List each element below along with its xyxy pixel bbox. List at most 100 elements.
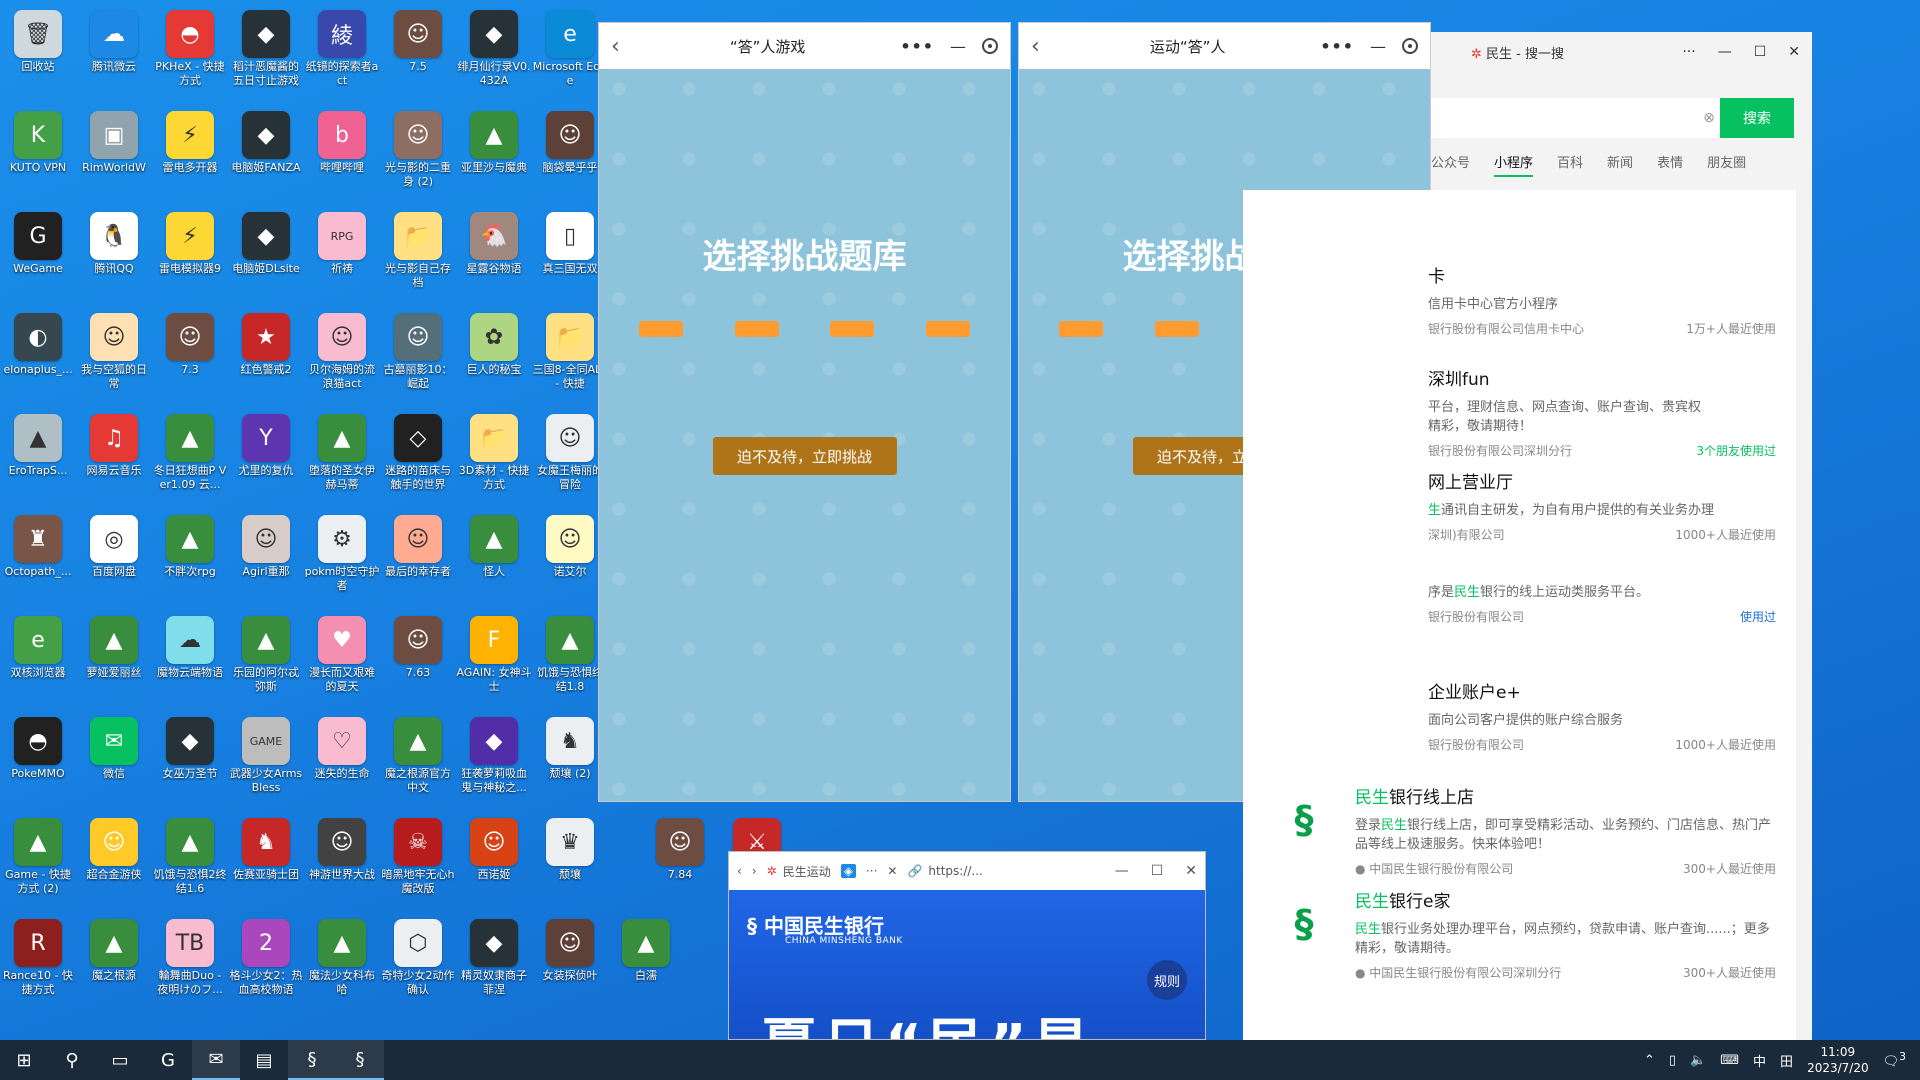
- desktop-icon[interactable]: TB 輪舞曲Duo - 夜明けのフ...: [152, 913, 228, 1013]
- explorer-icon[interactable]: ▤: [240, 1040, 288, 1080]
- minimize-icon[interactable]: —: [1718, 44, 1732, 60]
- desktop-icon[interactable]: ▲ 魔法少女科布哈: [304, 913, 380, 1013]
- question-bank-chip[interactable]: [639, 321, 683, 337]
- desktop-icon[interactable]: ♞ 佐赛亚骑士团: [228, 812, 304, 912]
- desktop-icon[interactable]: ⚙ pokm时空守护者: [304, 509, 380, 609]
- desktop-icon[interactable]: ▣ RimWorldW: [76, 105, 152, 205]
- desktop-icon[interactable]: ▲ 萝娅爱丽丝: [76, 610, 152, 710]
- desktop-icon[interactable]: ▲ 白濡: [608, 913, 684, 1013]
- desktop-icon[interactable]: RPG 祈祷: [304, 206, 380, 306]
- desktop-icon[interactable]: ⚡ 雷电模拟器9: [152, 206, 228, 306]
- desktop-icon[interactable]: ◎ 百度网盘: [76, 509, 152, 609]
- close-icon[interactable]: ✕: [1788, 44, 1800, 60]
- maximize-icon[interactable]: ☐: [1151, 863, 1164, 879]
- more-icon[interactable]: ···: [866, 864, 877, 878]
- desktop-icon[interactable]: ▲ EroTrapS...: [0, 408, 76, 508]
- desktop-icon[interactable]: ☺ 古墓丽影10：崛起: [380, 307, 456, 407]
- desktop-icon[interactable]: ▲ 饥饿与恐惧2终结1.6: [152, 812, 228, 912]
- desktop-icon[interactable]: 📁 光与影自己存档: [380, 206, 456, 306]
- more-icon[interactable]: •••: [1320, 37, 1354, 56]
- search-tab[interactable]: 表情: [1657, 152, 1683, 177]
- desktop-icon[interactable]: e 双核浏览器: [0, 610, 76, 710]
- desktop-icon[interactable]: R Rance10 - 快捷方式: [0, 913, 76, 1013]
- desktop-icon[interactable]: ◆ 女巫万圣节: [152, 711, 228, 811]
- search-result-item[interactable]: 企业账户e+ 面向公司客户提供的账户综合服务 银行股份有限公司 1000+人最近使用: [1243, 678, 1796, 753]
- desktop-icon[interactable]: ♥ 漫长而又艰难的夏天: [304, 610, 380, 710]
- start-icon[interactable]: ⊞: [0, 1040, 48, 1080]
- desktop-icon[interactable]: ▲ 饥饿与恐惧终结1.8: [532, 610, 608, 710]
- desktop-icon[interactable]: K KUTO VPN: [0, 105, 76, 205]
- desktop-icon[interactable]: ☺ 贝尔海姆的流浪猫act: [304, 307, 380, 407]
- search-tab[interactable]: 百科: [1557, 152, 1583, 177]
- network-icon[interactable]: ▯: [1669, 1053, 1676, 1068]
- search-tab[interactable]: 小程序: [1494, 152, 1534, 177]
- volume-icon[interactable]: 🔈: [1690, 1053, 1706, 1068]
- desktop-icon[interactable]: ◆ 电脑姬FANZA: [228, 105, 304, 205]
- search-result-item[interactable]: § 民生银行e家 民生银行业务处理办理平台，网点预约，贷款申请、账户查询......…: [1243, 887, 1796, 981]
- desktop-icon[interactable]: ☺ 7.5: [380, 4, 456, 104]
- minimize-icon[interactable]: —: [950, 37, 966, 56]
- desktop-icon[interactable]: ◐ elonaplus_...: [0, 307, 76, 407]
- maximize-icon[interactable]: ☐: [1754, 44, 1767, 60]
- search-result-item[interactable]: 卡信用卡中心官方小程序 银行股份有限公司信用卡中心 1万+人最近使用: [1243, 262, 1796, 337]
- desktop-icon[interactable]: G WeGame: [0, 206, 76, 306]
- minimize-icon[interactable]: —: [1115, 863, 1129, 879]
- desktop-icon[interactable]: ▲ 魔之根源: [76, 913, 152, 1013]
- browser-tab[interactable]: ✲ 民生运动: [767, 863, 831, 880]
- ime-mode-icon[interactable]: 田: [1780, 1051, 1793, 1070]
- desktop-icon[interactable]: ◆ 稻汁恶魔酱的五日寸止游戏: [228, 4, 304, 104]
- chevron-up-icon[interactable]: ⌃: [1644, 1053, 1655, 1068]
- more-icon[interactable]: •••: [900, 37, 934, 56]
- search-result-item[interactable]: 序是民生银行的线上运动类服务平台。 银行股份有限公司 使用过: [1243, 575, 1796, 625]
- desktop-icon[interactable]: ▲ 魔之根源官方中文: [380, 711, 456, 811]
- desktop-icon[interactable]: ▲ 堕落的圣女伊赫马蒂: [304, 408, 380, 508]
- desktop-icon[interactable]: 綾纸镜的探索者act: [304, 4, 380, 104]
- wechat-icon[interactable]: ✉: [192, 1040, 240, 1080]
- desktop-icon[interactable]: Y 尤里的复仇: [228, 408, 304, 508]
- desktop-icon[interactable]: ☠ 暗黑地牢无心h魔改版: [380, 812, 456, 912]
- desktop-icon[interactable]: ☺ 我与空狐的日常: [76, 307, 152, 407]
- desktop-icon[interactable]: F AGAIN: 女神斗士: [456, 610, 532, 710]
- desktop-icon[interactable]: 2 格斗少女2：热血高校物语: [228, 913, 304, 1013]
- clock[interactable]: 11:09 2023/7/20: [1807, 1044, 1869, 1076]
- desktop-icon[interactable]: ☺ 脑袋晕乎乎: [532, 105, 608, 205]
- minsheng-bank-icon[interactable]: §: [336, 1040, 384, 1080]
- desktop-icon[interactable]: ▲ 冬日狂想曲P Ver1.09 云...: [152, 408, 228, 508]
- desktop-icon[interactable]: ▲ Game - 快捷方式 (2): [0, 812, 76, 912]
- question-bank-chip[interactable]: [1059, 321, 1103, 337]
- desktop-icon[interactable]: ☺ 7.84: [642, 812, 718, 912]
- search-tab[interactable]: 公众号: [1431, 152, 1470, 177]
- wegame-icon[interactable]: G: [144, 1040, 192, 1080]
- desktop-icon[interactable]: ▲ 不胖次rpg: [152, 509, 228, 609]
- browser-url-tab[interactable]: 🔗 https://...: [907, 864, 982, 878]
- desktop-icon[interactable]: ▯ 真三国无双: [532, 206, 608, 306]
- desktop-icon[interactable]: ♫ 网易云音乐: [76, 408, 152, 508]
- desktop-icon[interactable]: 🐔 星露谷物语: [456, 206, 532, 306]
- desktop-icon[interactable]: ☺ 7.3: [152, 307, 228, 407]
- desktop-icon[interactable]: ⬡ 奇特少女2动作确认: [380, 913, 456, 1013]
- desktop-icon[interactable]: ▲ 怪人: [456, 509, 532, 609]
- search-result-item[interactable]: 网上营业厅 生通讯自主研发，为自有用户提供的有关业务办理 深圳)有限公司 1000+人…: [1243, 468, 1796, 543]
- desktop-icon[interactable]: ♛ 颓壤: [532, 812, 608, 912]
- desktop-icon[interactable]: ☺ 光与影的二重身 (2): [380, 105, 456, 205]
- desktop-icon[interactable]: ☺ 女装探侦叶: [532, 913, 608, 1013]
- task-view-icon[interactable]: ▭: [96, 1040, 144, 1080]
- desktop-icon[interactable]: ◓ PokeMMO: [0, 711, 76, 811]
- desktop-icon[interactable]: ★ 红色警戒2: [228, 307, 304, 407]
- forward-icon[interactable]: ›: [752, 864, 757, 878]
- start-challenge-button[interactable]: 迫不及待，立即挑战: [712, 437, 897, 475]
- ime-indicator[interactable]: 中: [1753, 1051, 1766, 1070]
- desktop-icon[interactable]: ◓ PKHeX - 快捷方式: [152, 4, 228, 104]
- close-miniprogram-icon[interactable]: [982, 38, 998, 54]
- clear-icon[interactable]: ⊗: [1698, 98, 1720, 138]
- desktop-icon[interactable]: ⚡ 雷电多开器: [152, 105, 228, 205]
- close-tab-icon[interactable]: ✕: [887, 864, 897, 878]
- question-bank-chip[interactable]: [830, 321, 875, 337]
- desktop-icon[interactable]: ♡ 迷失的生命: [304, 711, 380, 811]
- desktop-icon[interactable]: ◆ 狂袭萝莉吸血鬼与神秘之...: [456, 711, 532, 811]
- desktop-icon[interactable]: 🗑 回收站: [0, 4, 76, 104]
- desktop-icon[interactable]: 📁 三国8-全同ALL - 快捷: [532, 307, 608, 407]
- question-bank-chip[interactable]: [734, 321, 779, 337]
- question-bank-chip[interactable]: [1154, 321, 1199, 337]
- desktop-icon[interactable]: ☁ 腾讯微云: [76, 4, 152, 104]
